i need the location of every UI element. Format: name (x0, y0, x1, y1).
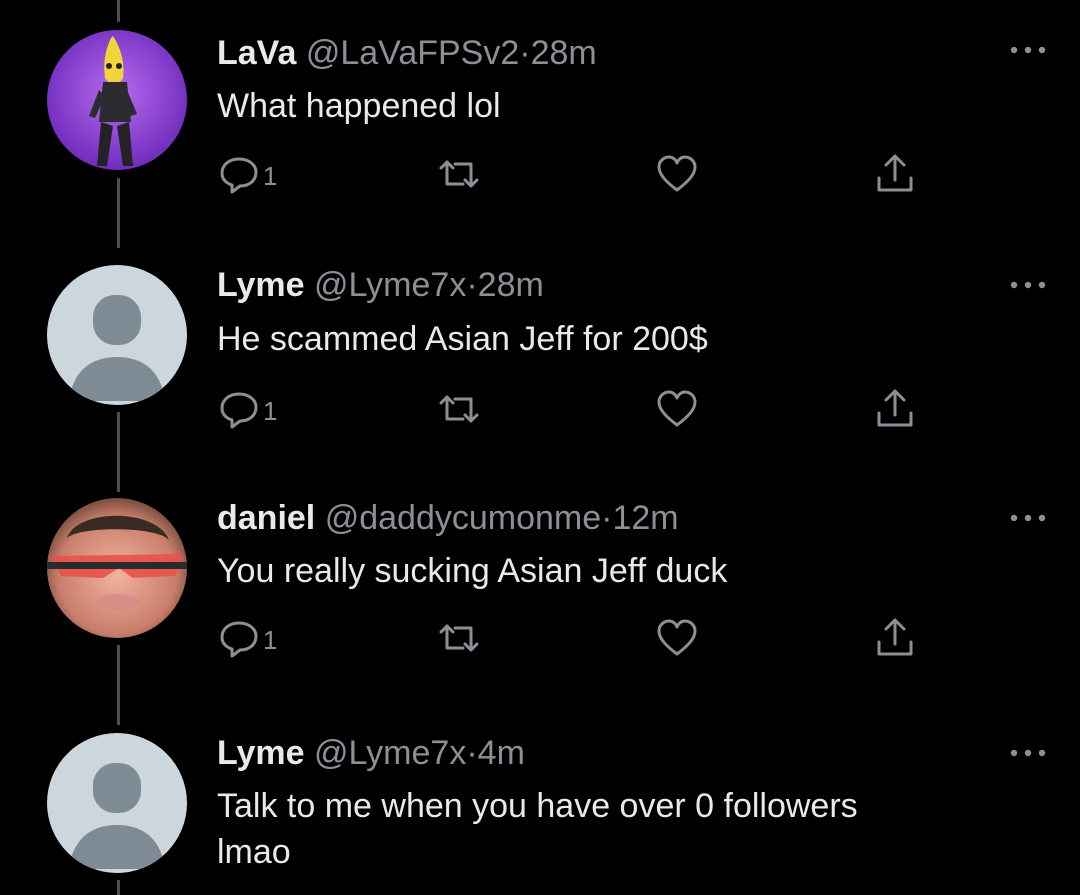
separator: · (601, 499, 613, 537)
more-options-icon[interactable] (1004, 40, 1052, 60)
user-handle[interactable]: @LaVaFPSv2 (306, 34, 519, 72)
tweet-header: LaVa @LaVaFPSv2·28m (217, 33, 597, 73)
more-options-icon[interactable] (1004, 743, 1052, 763)
default-avatar (47, 733, 187, 873)
separator: · (466, 266, 478, 304)
tweet-text: He scammed Asian Jeff for 200$ (217, 320, 708, 358)
user-handle[interactable]: @daddycumonme (325, 499, 601, 537)
display-name[interactable]: LaVa (217, 34, 296, 72)
separator: · (519, 34, 531, 72)
share-button[interactable] (873, 389, 917, 433)
retweet-button[interactable] (435, 389, 483, 433)
timestamp[interactable]: 28m (478, 266, 544, 304)
like-icon (655, 152, 699, 201)
more-options-icon[interactable] (1004, 275, 1052, 295)
reply-count: 1 (263, 395, 278, 426)
reply-count: 1 (263, 160, 278, 191)
thread-line (117, 412, 120, 492)
thread-line (117, 645, 120, 725)
retweet-icon (435, 387, 483, 436)
share-icon (873, 616, 917, 665)
retweet-button[interactable] (435, 154, 483, 198)
timestamp[interactable]: 4m (478, 734, 525, 772)
thread-line (117, 178, 120, 248)
avatar[interactable] (47, 498, 187, 638)
share-icon (873, 152, 917, 201)
share-button[interactable] (873, 618, 917, 662)
timestamp[interactable]: 28m (531, 34, 597, 72)
retweet-icon (435, 152, 483, 201)
reply-icon (217, 152, 261, 201)
retweet-icon (435, 616, 483, 665)
retweet-button[interactable] (435, 618, 483, 662)
display-name[interactable]: Lyme (217, 266, 305, 304)
reply-button[interactable]: 1 (217, 389, 277, 433)
like-icon (655, 616, 699, 665)
user-handle[interactable]: @Lyme7x (314, 266, 466, 304)
reply-icon (217, 387, 261, 436)
like-icon (655, 387, 699, 436)
timestamp[interactable]: 12m (612, 499, 678, 537)
avatar[interactable] (47, 30, 187, 170)
share-icon (873, 387, 917, 436)
reply-count: 1 (263, 624, 278, 655)
tweet-header: daniel @daddycumonme·12m (217, 498, 679, 538)
thread-line (117, 880, 120, 895)
tweet-header: Lyme @Lyme7x·28m (217, 265, 544, 305)
share-button[interactable] (873, 154, 917, 198)
tweet-text: Talk to me when you have over 0 follower… (217, 787, 858, 871)
user-handle[interactable]: @Lyme7x (314, 734, 466, 772)
display-name[interactable]: Lyme (217, 734, 305, 772)
tweet-header: Lyme @Lyme7x·4m (217, 733, 525, 773)
like-button[interactable] (655, 154, 699, 198)
thread-line (117, 0, 120, 22)
tweet-actions: 1 (217, 389, 937, 433)
separator: · (466, 734, 478, 772)
tweet-actions: 1 (217, 154, 937, 198)
avatar[interactable] (47, 265, 187, 405)
more-options-icon[interactable] (1004, 508, 1052, 528)
reply-button[interactable]: 1 (217, 618, 277, 662)
default-avatar (47, 265, 187, 405)
tweet-text: What happened lol (217, 87, 501, 125)
tweet-text: You really sucking Asian Jeff duck (217, 552, 728, 590)
tweet-actions: 1 (217, 618, 937, 662)
banana-character-avatar (47, 30, 187, 170)
photo-avatar (47, 498, 187, 638)
like-button[interactable] (655, 389, 699, 433)
avatar[interactable] (47, 733, 187, 873)
reply-icon (217, 616, 261, 665)
reply-thread: LaVa @LaVaFPSv2·28m What happened lol 1 (0, 0, 1080, 895)
like-button[interactable] (655, 618, 699, 662)
display-name[interactable]: daniel (217, 499, 315, 537)
reply-button[interactable]: 1 (217, 154, 277, 198)
